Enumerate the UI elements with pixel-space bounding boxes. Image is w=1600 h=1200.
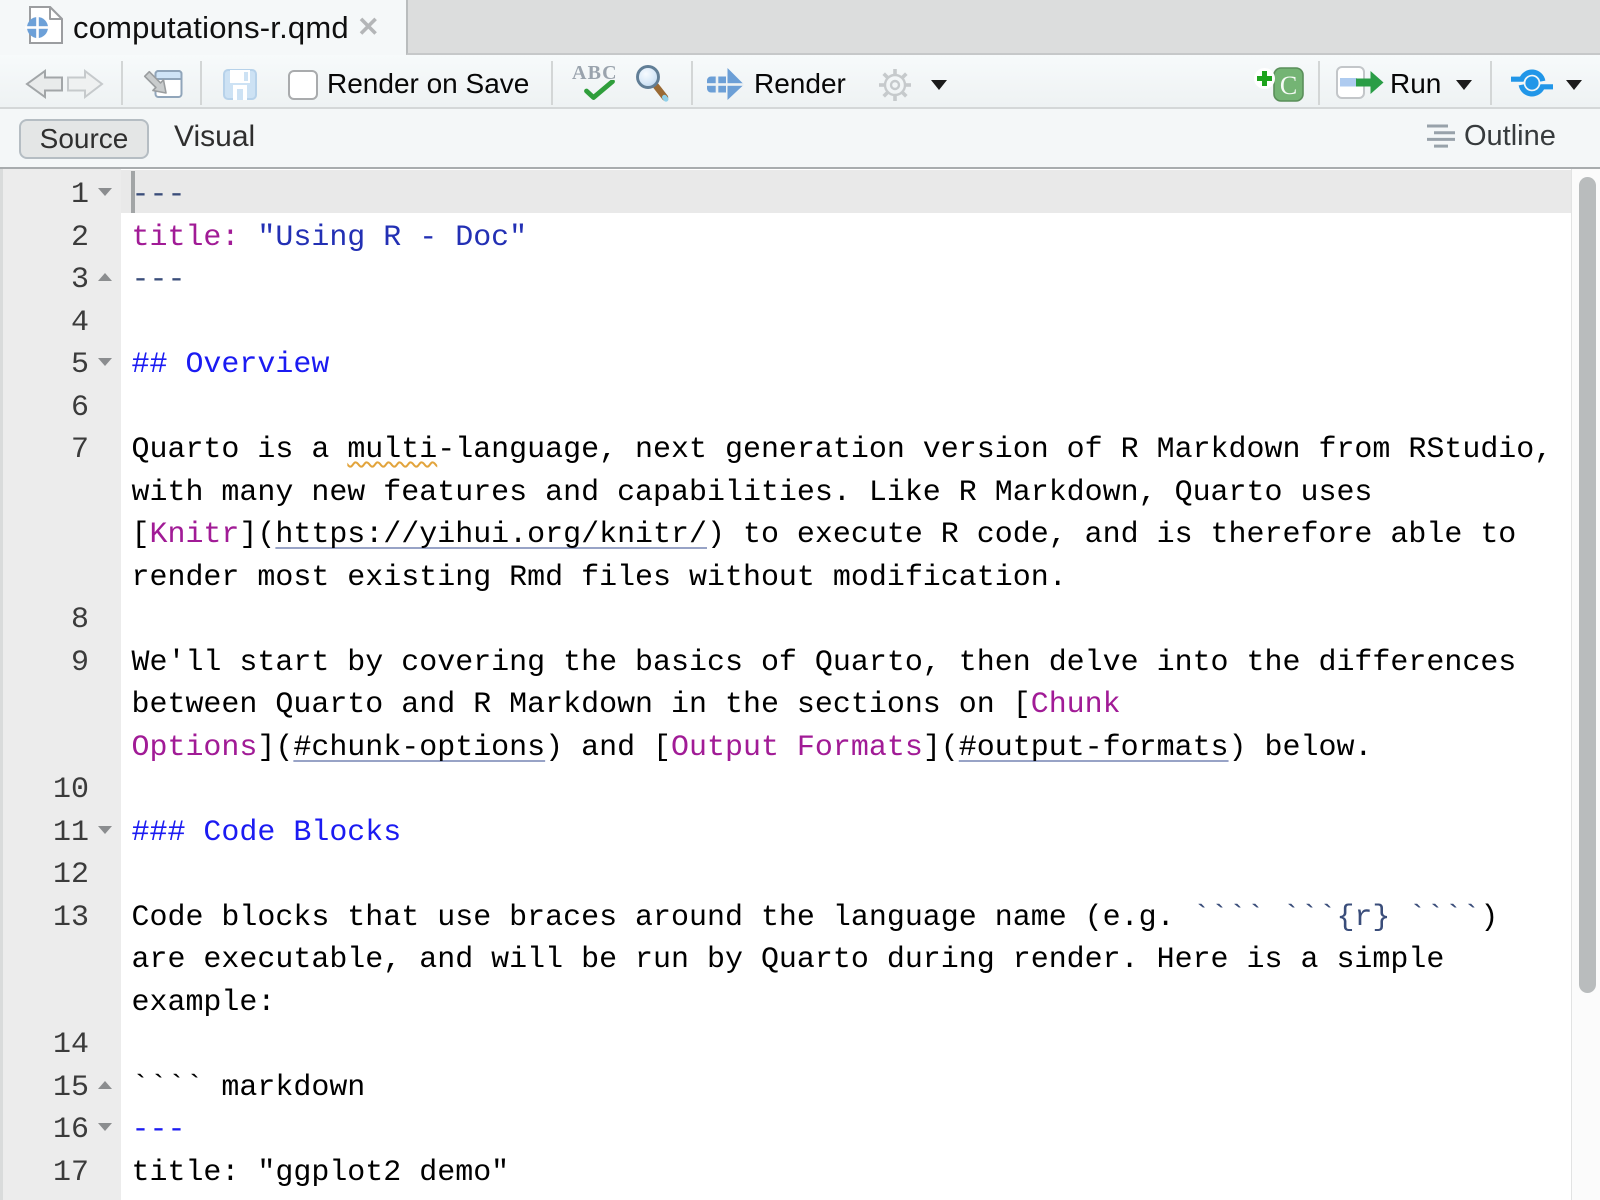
svg-text:C: C — [1280, 71, 1297, 100]
